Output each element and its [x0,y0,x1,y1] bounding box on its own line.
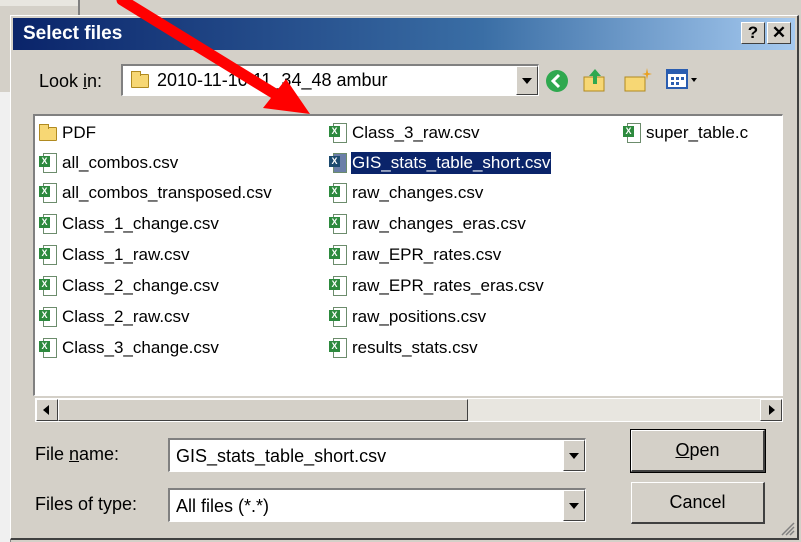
look-in-combo[interactable]: 2010-11-10 11_34_48 ambur [121,64,539,96]
csv-file-icon: X [329,214,347,234]
file-name-input[interactable]: GIS_stats_table_short.csv [168,438,586,472]
look-in-value: 2010-11-10 11_34_48 ambur [157,70,388,90]
folder-icon [39,124,57,141]
csv-file-icon: X [329,307,347,327]
file-type-select[interactable]: All files (*.*) [168,488,586,522]
csv-file-icon: X [39,245,57,265]
file-name-label: File name: [35,444,120,464]
look-in-label: Look in: [39,71,103,91]
up-folder-icon[interactable] [581,66,609,94]
cancel-button[interactable]: Cancel [631,482,765,524]
scrollbar-thumb[interactable] [58,399,468,421]
csv-file-icon: X [329,245,347,265]
help-button[interactable]: ? [741,22,765,44]
open-button[interactable]: Open [630,429,766,473]
csv-file-icon: X [623,123,641,143]
resize-grip-icon[interactable] [779,520,795,536]
csv-file-icon: X [39,153,57,173]
file-type-value: All files (*.*) [176,496,270,516]
look-in-dropdown-arrow[interactable] [516,66,538,95]
file-name-value: GIS_stats_table_short.csv [176,446,387,466]
csv-file-icon: X [39,276,57,296]
csv-file-icon: X [39,307,57,327]
scroll-left-button[interactable] [36,399,58,421]
csv-file-icon: X [329,183,347,203]
chevron-left-icon [43,405,49,415]
files-of-type-label: Files of type: [35,494,138,514]
csv-file-icon: X [329,123,347,143]
file-name-dropdown-arrow[interactable] [563,440,585,471]
horizontal-scrollbar[interactable] [35,398,783,422]
view-menu-icon[interactable] [666,67,700,93]
file-list[interactable]: PDF X all_combos.csv X all_combos_transp… [33,114,783,396]
csv-file-icon: X [39,214,57,234]
scroll-right-button[interactable] [760,399,782,421]
file-type-dropdown-arrow[interactable] [563,490,585,521]
csv-file-icon: X [329,276,347,296]
title-bar[interactable]: Select files ? ✕ [13,18,795,50]
csv-file-icon: X [39,183,57,203]
back-icon[interactable] [544,68,570,94]
select-files-dialog: Select files ? ✕ Look in: 2010-11-10 11_… [10,15,799,540]
dialog-title: Select files [23,23,123,44]
folder-icon [131,71,149,88]
new-folder-icon[interactable] [623,66,653,94]
chevron-right-icon [769,405,775,415]
csv-file-icon: X [329,153,347,173]
csv-file-icon: X [39,338,57,358]
csv-file-icon: X [329,338,347,358]
close-button[interactable]: ✕ [767,22,791,44]
